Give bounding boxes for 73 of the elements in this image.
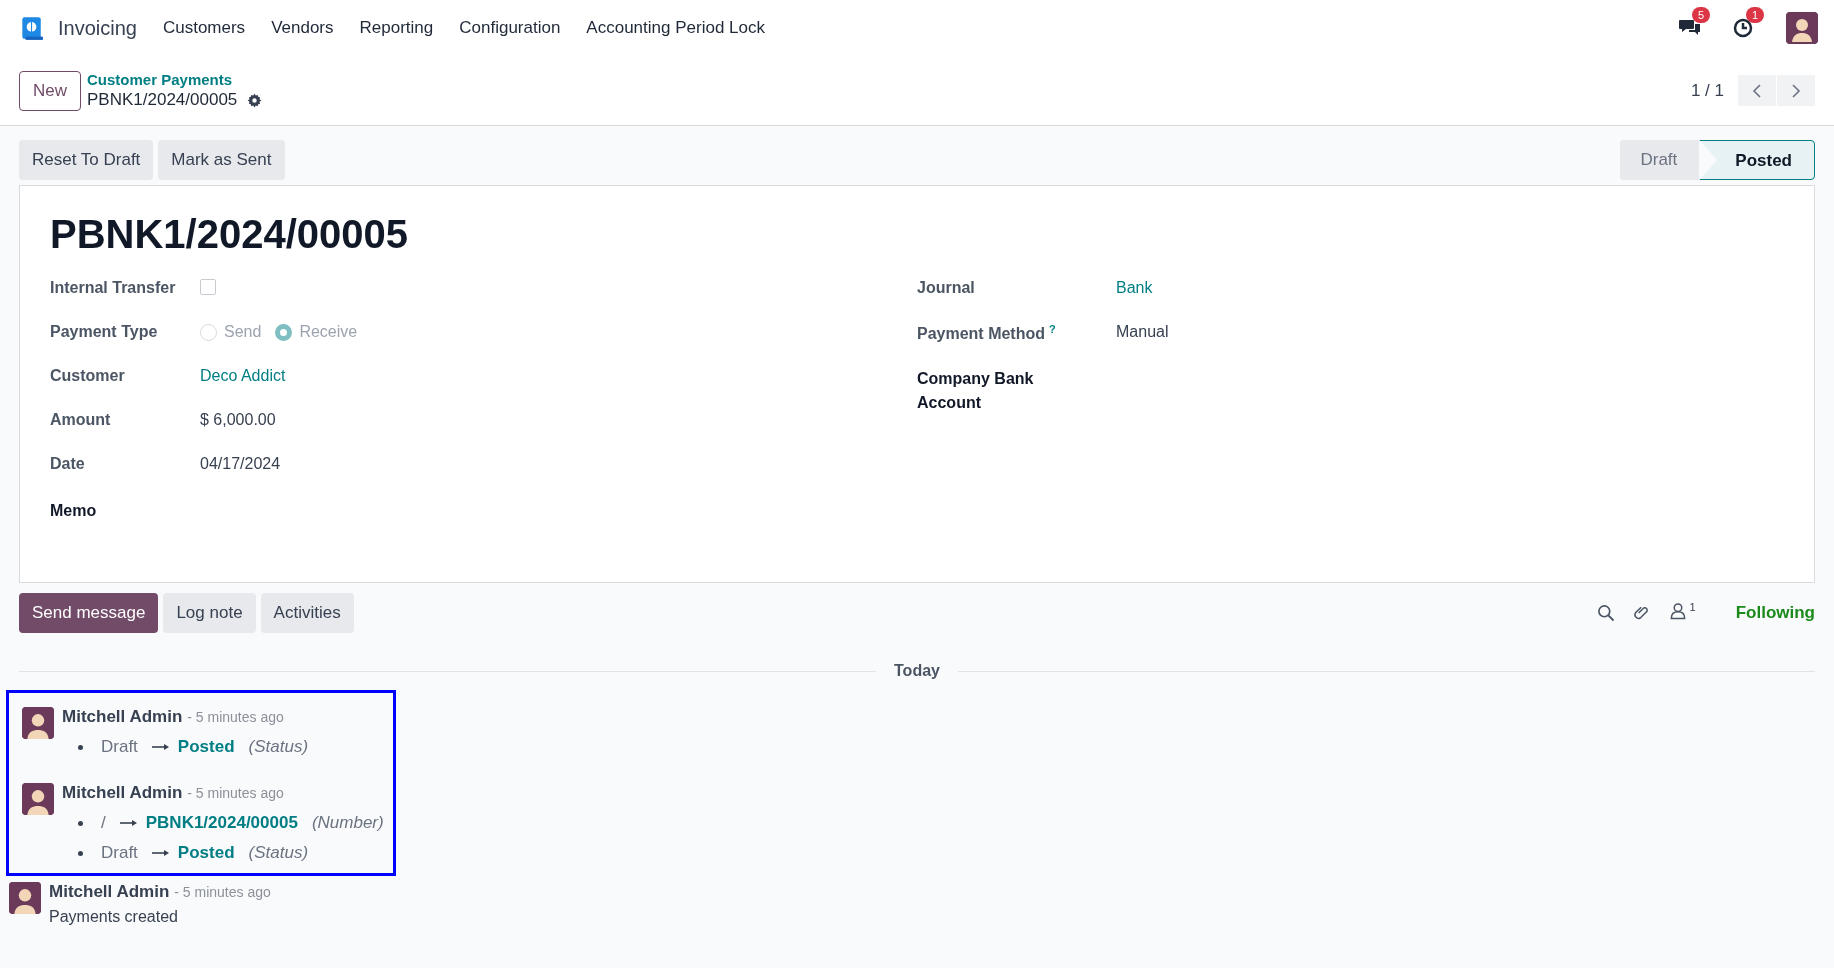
status-step[interactable]: Draft: [1620, 140, 1700, 180]
field-label: Customer: [50, 367, 126, 385]
help-tooltip[interactable]: ?: [1049, 323, 1056, 335]
old-value: Draft: [101, 737, 138, 757]
field-label: Payment Type: [50, 323, 159, 341]
chatter-button[interactable]: Log note: [163, 592, 256, 633]
author-name[interactable]: Mitchell Admin: [62, 707, 183, 727]
radio-button[interactable]: [275, 323, 293, 341]
field-label: Journal: [917, 279, 976, 297]
record-name: PBNK1/2024/00005: [87, 90, 238, 110]
user-avatar[interactable]: [1786, 12, 1818, 44]
changed-field: (Number): [311, 813, 384, 833]
radio-button[interactable]: [200, 323, 217, 341]
message-time: - 5 minutes ago: [174, 884, 271, 900]
bullet-icon: [78, 850, 83, 856]
search-icon[interactable]: [1595, 602, 1616, 623]
breadcrumb-link[interactable]: Customer Payments: [87, 71, 263, 88]
menu-item[interactable]: Accounting Period Lock: [586, 18, 765, 38]
radio-label: Receive: [299, 323, 358, 341]
arrow-icon: [151, 848, 170, 858]
new-value: PBNK1/2024/00005: [145, 813, 298, 833]
chatter-button[interactable]: Send message: [19, 592, 159, 633]
author-name[interactable]: Mitchell Admin: [62, 783, 183, 803]
action-button[interactable]: Mark as Sent: [158, 140, 285, 180]
menu-item[interactable]: Customers: [162, 18, 246, 38]
menu-item[interactable]: Vendors: [271, 18, 334, 38]
changed-field: (Status): [248, 843, 309, 863]
arrow-icon: [119, 818, 138, 828]
chatter-button[interactable]: Activities: [260, 592, 354, 633]
checkbox[interactable]: [200, 279, 216, 295]
field-label: Amount: [50, 411, 112, 429]
field-value: 04/17/2024: [200, 455, 281, 473]
message-time: - 5 minutes ago: [187, 785, 284, 801]
field-label: Memo: [50, 501, 98, 521]
new-value: Posted: [177, 843, 235, 863]
status-step[interactable]: Posted: [1699, 140, 1815, 180]
field-link[interactable]: Deco Addict: [200, 367, 286, 385]
changed-field: (Status): [248, 737, 309, 757]
radio-label: Send: [224, 323, 262, 341]
field-label: Internal Transfer: [50, 279, 177, 297]
author-avatar: [22, 783, 54, 815]
follower-count: 1: [1689, 600, 1696, 613]
field-label: Date: [50, 455, 86, 473]
field-label: Payment Method $^{?}$: [917, 323, 1057, 344]
old-value: /: [101, 813, 106, 833]
chevron-left-icon[interactable]: [1750, 82, 1764, 99]
new-button[interactable]: New: [19, 70, 81, 111]
old-value: Draft: [101, 843, 138, 863]
field-value: $ 6,000.00: [200, 411, 276, 429]
count-badge: 1: [1746, 7, 1765, 23]
menu-item[interactable]: Configuration: [459, 18, 561, 38]
app-name[interactable]: Invoicing: [58, 16, 137, 40]
arrow-icon: [151, 742, 170, 752]
field-label: Company Bank Account: [917, 369, 1035, 413]
chevron-right-icon[interactable]: [1789, 82, 1803, 99]
field-value: Manual: [1116, 323, 1169, 341]
settings-icon[interactable]: [247, 92, 263, 108]
field-link[interactable]: Bank: [1116, 279, 1153, 297]
record-title: PBNK1/2024/00005: [50, 212, 410, 257]
author-name[interactable]: Mitchell Admin: [49, 882, 170, 902]
count-badge: 5: [1692, 7, 1711, 23]
pager-value: 1 / 1: [1690, 80, 1724, 101]
bullet-icon: [78, 820, 83, 826]
message-time: - 5 minutes ago: [187, 709, 284, 725]
following-button[interactable]: Following: [1735, 602, 1815, 623]
message-body: Payments created: [49, 908, 179, 926]
date-separator: Today: [894, 662, 940, 680]
action-button[interactable]: Reset To Draft: [19, 140, 154, 180]
new-value: Posted: [177, 737, 235, 757]
bullet-icon: [78, 744, 83, 750]
author-avatar: [22, 707, 54, 739]
menu-item[interactable]: Reporting: [359, 18, 434, 38]
author-avatar: [9, 882, 41, 914]
